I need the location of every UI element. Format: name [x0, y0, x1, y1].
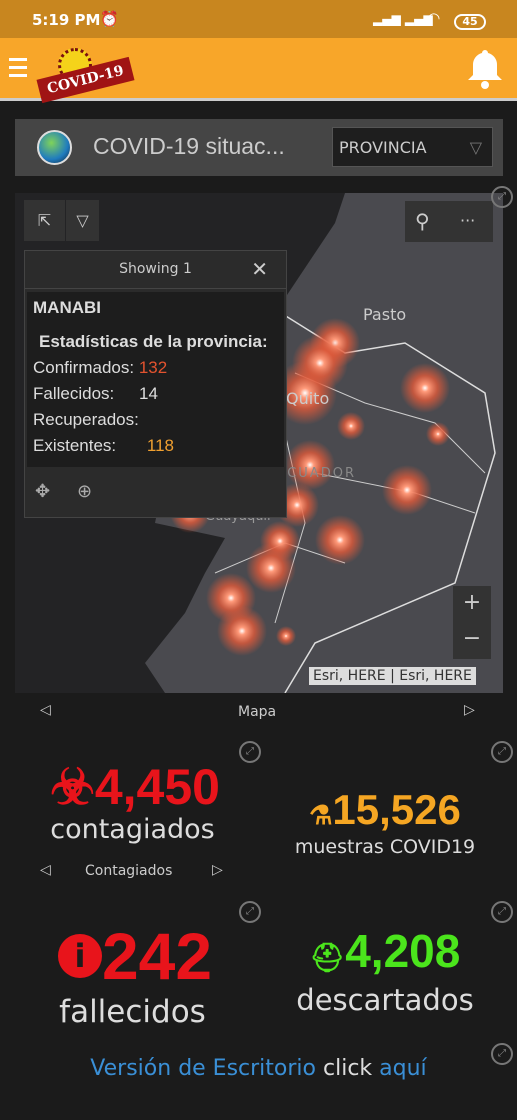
fallecidos-label: fallecidos: [59, 994, 206, 1030]
hotspot[interactable]: [426, 422, 450, 446]
app-bar: COVID-19: [0, 38, 517, 104]
map-toolbar: ⚲ ···: [405, 201, 493, 242]
hotspot[interactable]: [217, 606, 267, 656]
zoom-in-button[interactable]: +: [453, 586, 491, 622]
battery-icon: 45: [454, 14, 486, 30]
select-dropdown-button[interactable]: ▽: [66, 200, 99, 241]
confirmados-value: 132: [138, 358, 168, 377]
expand-icon[interactable]: ⤢: [239, 901, 261, 923]
menu-icon[interactable]: [9, 58, 27, 77]
existentes-value: 118: [146, 436, 174, 455]
map-label-pasto: Pasto: [363, 305, 407, 324]
signal-icon: ▂▄▆ ▂▄▆: [373, 12, 433, 26]
expand-icon[interactable]: ⤢: [491, 741, 513, 763]
globe-icon: [37, 130, 72, 165]
map-header: COVID-19 situac... PROVINCIA ▽: [15, 119, 503, 176]
zoom-controls: + −: [453, 586, 491, 659]
fallecidos-value: 242: [101, 919, 213, 993]
pan-icon[interactable]: ✥: [35, 481, 50, 502]
province-dropdown[interactable]: PROVINCIA ▽: [332, 127, 493, 167]
here-link[interactable]: aquí: [379, 1056, 427, 1081]
map-nav-label: Mapa: [238, 704, 277, 720]
more-icon[interactable]: ···: [460, 211, 475, 230]
notification-bell-icon[interactable]: [466, 48, 504, 90]
muestras-label: muestras COVID19: [294, 836, 476, 858]
existentes-label: Existentes:: [33, 436, 117, 455]
muestras-value: 15,526: [332, 786, 461, 833]
chevron-down-icon: ▽: [76, 211, 89, 230]
prev-arrow-icon[interactable]: ◁: [40, 862, 51, 878]
dropdown-value: PROVINCIA: [339, 138, 427, 157]
popup-subtitle: Estadísticas de la provincia:: [39, 332, 268, 351]
next-arrow-icon[interactable]: ▷: [464, 702, 475, 718]
covid-logo: COVID-19: [36, 44, 135, 104]
contagiados-label: contagiados: [50, 814, 215, 845]
info-icon: i: [57, 934, 102, 978]
select-tool-button[interactable]: ⇱: [24, 200, 65, 241]
map-label-quito: Quito: [286, 389, 330, 408]
expand-icon[interactable]: ⤢: [239, 741, 261, 763]
fallecidos-value: 14: [139, 384, 158, 403]
feature-popup: Showing 1 ✕ MANABI Estadísticas de la pr…: [24, 250, 287, 518]
expand-icon[interactable]: ⤢: [491, 186, 513, 208]
stat-muestras: ⚗15,526: [285, 786, 485, 834]
click-text: click: [323, 1056, 373, 1081]
popup-province-name: MANABI: [33, 298, 101, 317]
descartados-label: descartados: [296, 983, 474, 1017]
medical-kit-hand-icon: ⛑: [309, 942, 346, 973]
biohazard-icon: ☣: [50, 759, 95, 815]
hotspot[interactable]: [246, 543, 296, 593]
close-icon[interactable]: ✕: [251, 257, 268, 281]
flask-icon: ⚗: [309, 800, 333, 830]
popup-body: MANABI Estadísticas de la provincia: Con…: [27, 292, 284, 467]
next-arrow-icon[interactable]: ▷: [212, 862, 223, 878]
map-attribution[interactable]: Esri, HERE | Esri, HERE: [309, 667, 476, 685]
status-bar: 5:19 PM ⏰ ▂▄▆ ▂▄▆ ◠ 45: [0, 0, 517, 38]
zoom-to-icon[interactable]: ⊕: [77, 481, 92, 502]
popup-count: Showing 1: [119, 261, 192, 277]
hotspot[interactable]: [285, 440, 335, 490]
fallecidos-label: Fallecidos:: [33, 384, 115, 403]
map-title: COVID-19 situac...: [93, 133, 285, 159]
search-icon[interactable]: ⚲: [415, 209, 430, 233]
contagiados-nav-label: Contagiados: [85, 863, 173, 879]
desktop-version-link[interactable]: Versión de Escritorio: [90, 1056, 316, 1081]
stat-contagiados: ☣4,450: [40, 758, 230, 816]
wifi-icon: ◠: [428, 9, 440, 27]
stat-fallecidos: i 242: [35, 918, 235, 994]
expand-icon[interactable]: ⤢: [491, 901, 513, 923]
hotspot[interactable]: [276, 626, 296, 646]
popup-header: Showing 1 ✕: [25, 251, 286, 289]
stat-descartados: ⛑4,208: [285, 924, 485, 978]
alarm-icon: ⏰: [100, 10, 119, 28]
descartados-value: 4,208: [345, 925, 461, 977]
recuperados-label: Recuperados:: [33, 410, 139, 429]
select-cursor-icon: ⇱: [37, 211, 52, 230]
zoom-out-button[interactable]: −: [453, 622, 491, 658]
contagiados-value: 4,450: [94, 759, 220, 815]
hotspot[interactable]: [337, 412, 365, 440]
desktop-version-footer: Versión de Escritorio click aquí: [0, 1056, 517, 1081]
map-label-ecuador: ECUADOR: [277, 466, 356, 481]
confirmados-label: Confirmados:: [33, 358, 135, 377]
prev-arrow-icon[interactable]: ◁: [40, 702, 51, 718]
hotspot[interactable]: [400, 363, 450, 413]
chevron-down-icon: ▽: [469, 138, 482, 157]
hotspot[interactable]: [315, 515, 365, 565]
hotspot[interactable]: [382, 465, 432, 515]
clock: 5:19 PM: [32, 11, 101, 29]
